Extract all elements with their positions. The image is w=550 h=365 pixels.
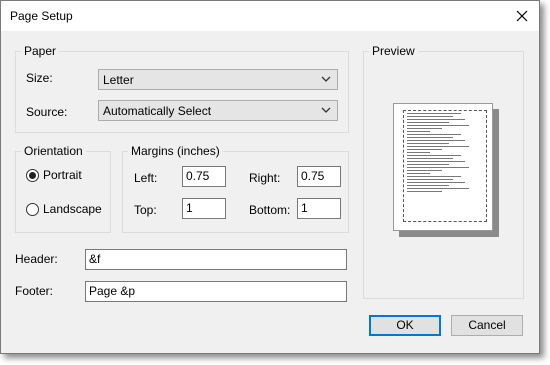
left-margin-input[interactable]: 0.75 <box>182 166 226 187</box>
bottom-margin-label: Bottom: <box>249 203 291 217</box>
chevron-down-icon <box>321 76 331 82</box>
footer-input[interactable]: Page &p <box>85 281 347 302</box>
footer-label: Footer: <box>15 284 54 298</box>
close-icon <box>516 10 528 22</box>
preview-text-lines <box>407 113 484 194</box>
title-bar: Page Setup <box>1 1 539 31</box>
margins-legend: Margins (inches) <box>128 144 223 158</box>
portrait-label[interactable]: Portrait <box>43 168 82 182</box>
source-select[interactable]: Automatically Select <box>98 100 338 121</box>
close-button[interactable] <box>509 3 535 29</box>
size-select[interactable]: Letter <box>98 69 338 90</box>
cancel-button[interactable]: Cancel <box>451 315 523 336</box>
landscape-label[interactable]: Landscape <box>43 202 102 216</box>
header-input[interactable]: &f <box>85 249 347 270</box>
preview-page <box>393 103 493 231</box>
top-margin-label: Top: <box>134 203 157 217</box>
size-value: Letter <box>103 73 134 87</box>
preview-legend: Preview <box>369 44 418 58</box>
portrait-radio[interactable] <box>26 169 39 182</box>
right-margin-label: Right: <box>249 171 281 185</box>
ok-button[interactable]: OK <box>369 315 441 336</box>
source-value: Automatically Select <box>103 104 212 118</box>
bottom-margin-input[interactable]: 1 <box>297 198 341 219</box>
right-margin-input[interactable]: 0.75 <box>297 166 341 187</box>
preview-margin-outline <box>403 110 487 222</box>
margins-group: Margins (inches) Left: 0.75 Right: 0.75 … <box>122 144 349 233</box>
chevron-down-icon <box>321 107 331 113</box>
landscape-radio[interactable] <box>26 203 39 216</box>
paper-group: Paper Size: Letter Source: Automatically… <box>15 44 349 133</box>
size-label: Size: <box>26 71 53 85</box>
left-margin-label: Left: <box>134 171 158 185</box>
page-setup-dialog: Page Setup Paper Size: Letter Source: Au… <box>0 0 540 354</box>
paper-legend: Paper <box>21 44 60 58</box>
header-label: Header: <box>15 252 58 266</box>
window-title: Page Setup <box>10 9 73 23</box>
orientation-group: Orientation Portrait Landscape <box>15 144 111 233</box>
preview-group: Preview <box>363 44 524 299</box>
orientation-legend: Orientation <box>21 144 86 158</box>
top-margin-input[interactable]: 1 <box>182 198 226 219</box>
source-label: Source: <box>26 105 68 119</box>
